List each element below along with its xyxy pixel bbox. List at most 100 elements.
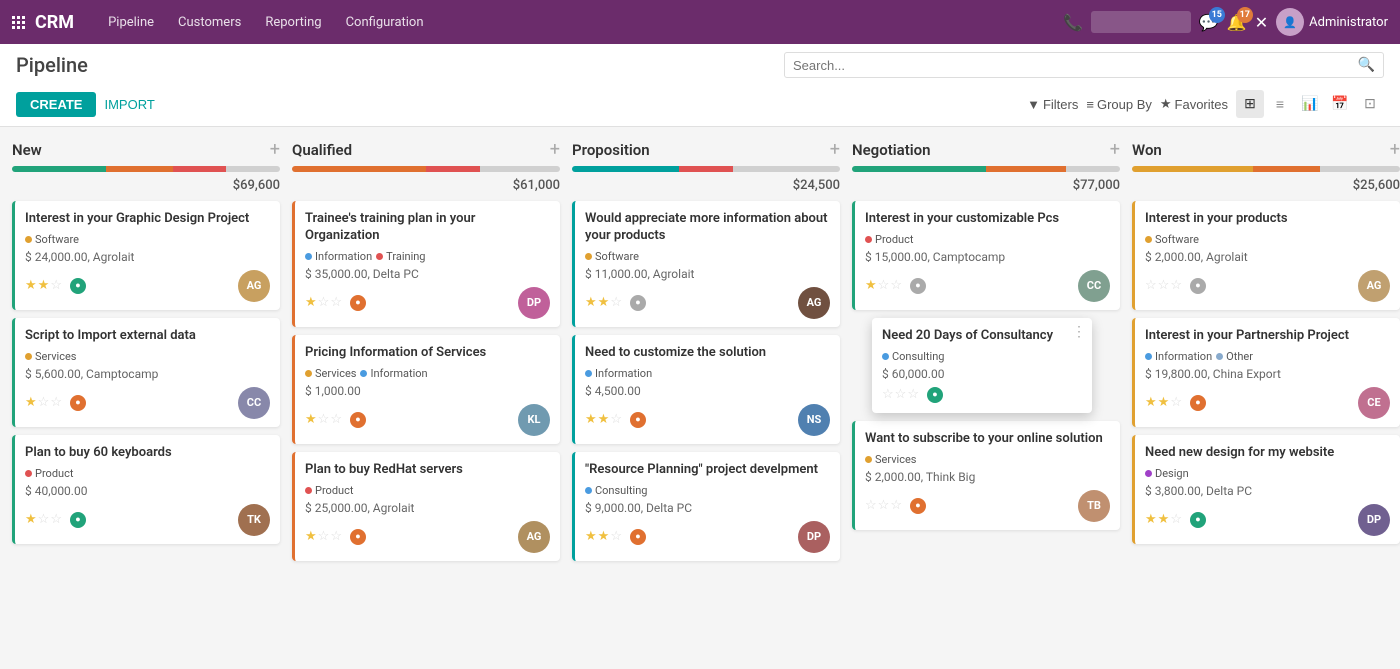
star-2: ☆ — [890, 498, 902, 513]
topnav-search[interactable] — [1091, 11, 1191, 33]
import-button[interactable]: IMPORT — [104, 97, 154, 112]
favorites-button[interactable]: ★ Favorites — [1160, 96, 1228, 112]
list-view-icon[interactable]: ≡ — [1266, 90, 1294, 118]
star-1: ☆ — [878, 278, 890, 293]
column-title-negotiation: Negotiation — [852, 141, 1110, 159]
bell-icon[interactable]: 🔔17 — [1227, 13, 1247, 32]
top-nav: CRM Pipeline Customers Reporting Configu… — [0, 0, 1400, 44]
kanban-view-icon[interactable]: ⊞ — [1236, 90, 1264, 118]
column-add-proposition[interactable]: + — [830, 139, 840, 160]
card-tags: Product — [25, 467, 270, 480]
column-title-new: New — [12, 141, 270, 159]
tag-dot-icon — [585, 253, 592, 260]
card-amount: $ 15,000.00, Camptocamp — [865, 250, 1110, 264]
avatar: CC — [238, 387, 270, 419]
kanban-card[interactable]: Want to subscribe to your online solutio… — [852, 421, 1120, 530]
clock-icon: ● — [630, 295, 646, 311]
chart-view-icon[interactable]: 📊 — [1296, 90, 1324, 118]
card-tag: Training — [376, 250, 425, 263]
tag-dot-icon — [305, 370, 312, 377]
star-1: ☆ — [1158, 278, 1170, 293]
clock-icon: ● — [350, 529, 366, 545]
column-total-proposition: $24,500 — [572, 178, 840, 193]
nav-links: Pipeline Customers Reporting Configurati… — [98, 11, 1063, 34]
nav-configuration[interactable]: Configuration — [336, 11, 434, 34]
groupby-button[interactable]: ≡ Group By — [1086, 97, 1152, 112]
calendar-view-icon[interactable]: 📅 — [1326, 90, 1354, 118]
clock-icon: ● — [910, 278, 926, 294]
phone-icon[interactable]: 📞 — [1063, 13, 1083, 32]
stars: ★★☆ — [1145, 395, 1182, 410]
card-tag: Product — [865, 233, 913, 246]
card-title: Interest in your Partnership Project — [1145, 328, 1390, 345]
chat-icon[interactable]: 💬15 — [1199, 13, 1219, 32]
nav-reporting[interactable]: Reporting — [255, 11, 331, 34]
kanban-card[interactable]: Would appreciate more information about … — [572, 201, 840, 327]
kanban-card[interactable]: Interest in your customizable Pcs Produc… — [852, 201, 1120, 310]
star-1: ☆ — [38, 395, 50, 410]
kanban-card[interactable]: Need to customize the solution Informati… — [572, 335, 840, 444]
create-button[interactable]: CREATE — [16, 92, 96, 117]
card-footer: ★☆☆ ● TK — [25, 504, 270, 536]
card-title: Script to Import external data — [25, 328, 270, 345]
card-tag: Information — [585, 367, 652, 380]
toolbar-right: ▼ Filters ≡ Group By ★ Favorites ⊞ ≡ 📊 📅… — [1027, 90, 1384, 118]
kanban-card[interactable]: Need new design for my website Design $ … — [1132, 435, 1400, 544]
subheader: Pipeline 🔍 CREATE IMPORT ▼ Filters ≡ Gro… — [0, 44, 1400, 127]
column-add-negotiation[interactable]: + — [1110, 139, 1120, 160]
clock-icon: ● — [350, 295, 366, 311]
tag-dot-icon — [865, 456, 872, 463]
apps-grid-icon[interactable] — [12, 16, 25, 29]
kanban-card[interactable]: Interest in your Graphic Design Project … — [12, 201, 280, 310]
kanban-card[interactable]: Pricing Information of Services Services… — [292, 335, 560, 444]
nav-customers[interactable]: Customers — [168, 11, 251, 34]
clock-icon: ● — [910, 498, 926, 514]
clock-icon: ● — [630, 529, 646, 545]
tag-dot-icon — [865, 236, 872, 243]
tag-dot-icon — [585, 370, 592, 377]
kanban-card[interactable]: Trainee's training plan in your Organiza… — [292, 201, 560, 327]
popup-star: ☆ — [895, 387, 907, 402]
star-0: ★ — [305, 412, 317, 427]
kanban-card[interactable]: Interest in your products Software $ 2,0… — [1132, 201, 1400, 310]
card-amount: $ 11,000.00, Agrolait — [585, 267, 830, 281]
search-input[interactable] — [793, 58, 1358, 73]
card-footer: ☆☆☆ ● TB — [865, 490, 1110, 522]
column-add-won[interactable]: + — [1390, 139, 1400, 160]
card-footer: ★☆☆ ● DP — [305, 287, 550, 319]
column-add-new[interactable]: + — [270, 139, 280, 160]
close-icon[interactable]: ✕ — [1255, 13, 1268, 32]
card-tag: Product — [25, 467, 73, 480]
user-menu[interactable]: 👤 Administrator — [1276, 8, 1388, 36]
star-0: ★ — [25, 512, 37, 527]
kanban-card[interactable]: Script to Import external data Services … — [12, 318, 280, 427]
star-1: ☆ — [318, 412, 330, 427]
star-2: ☆ — [50, 512, 62, 527]
popup-star: ☆ — [882, 387, 894, 402]
column-add-qualified[interactable]: + — [550, 139, 560, 160]
filters-button[interactable]: ▼ Filters — [1027, 97, 1078, 112]
popup-tags: Consulting — [882, 350, 1082, 363]
user-name: Administrator — [1309, 15, 1388, 30]
kanban-card[interactable]: Interest in your Partnership Project Inf… — [1132, 318, 1400, 427]
tag-dot-icon — [305, 253, 312, 260]
card-tag: Other — [1216, 350, 1253, 363]
card-footer: ★★☆ ● CE — [1145, 387, 1390, 419]
kanban-card[interactable]: "Resource Planning" project develpment C… — [572, 452, 840, 561]
star-2: ☆ — [610, 412, 622, 427]
star-icon: ★ — [1160, 96, 1172, 112]
card-title: Plan to buy RedHat servers — [305, 462, 550, 479]
popup-card: ⋮ Need 20 Days of Consultancy Consulting… — [872, 318, 1092, 413]
nav-pipeline[interactable]: Pipeline — [98, 11, 164, 34]
column-qualified: Qualified + $61,000 Trainee's training p… — [292, 139, 560, 569]
popup-stars: ☆☆☆ — [882, 387, 919, 402]
popup-clock-icon: ● — [927, 387, 943, 403]
star-1: ★ — [1158, 395, 1170, 410]
popup-kebab[interactable]: ⋮ — [1072, 324, 1086, 340]
grid-view-icon[interactable]: ⊡ — [1356, 90, 1384, 118]
star-2: ☆ — [1170, 395, 1182, 410]
star-0: ★ — [25, 395, 37, 410]
kanban-card[interactable]: Plan to buy RedHat servers Product $ 25,… — [292, 452, 560, 561]
card-amount: $ 25,000.00, Agrolait — [305, 501, 550, 515]
kanban-card[interactable]: Plan to buy 60 keyboards Product $ 40,00… — [12, 435, 280, 544]
